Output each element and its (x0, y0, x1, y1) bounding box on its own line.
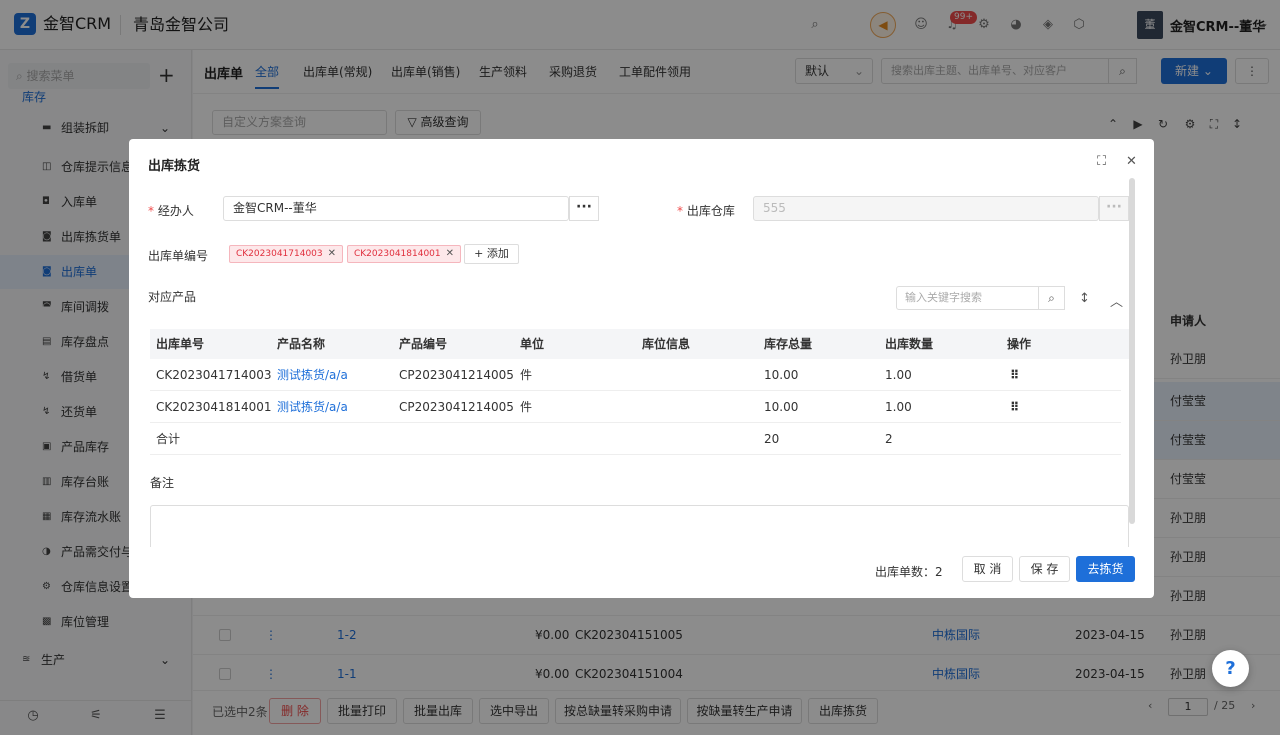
table-row: CK2023041714003 测试拣货/a/a CP2023041214005… (150, 359, 1121, 391)
expand-icon[interactable]: ⛶ (1097, 154, 1106, 169)
col-stock-total: 库存总量 (764, 337, 813, 351)
handler-field[interactable]: 金智CRM--董华 (223, 196, 569, 221)
order-no-label: 出库单编号 (148, 249, 209, 263)
total-row: 合计 20 2 (150, 423, 1121, 455)
col-product-name: 产品名称 (277, 337, 326, 351)
product-link[interactable]: 测试拣货/a/a (277, 391, 348, 423)
handler-label: * 经办人 (148, 204, 194, 218)
col-product-code: 产品编号 (399, 337, 448, 351)
cancel-button[interactable]: 取 消 (962, 556, 1013, 582)
warehouse-picker-button: ··· (1099, 196, 1129, 221)
dialog-title: 出库拣货 (148, 159, 201, 174)
keyword-search-input[interactable]: 输入关键字搜索 (896, 286, 1039, 310)
col-out-qty: 出库数量 (885, 337, 934, 351)
order-tag: CK2023041714003 ✕ (229, 245, 344, 263)
handler-picker-button[interactable]: ··· (569, 196, 599, 221)
order-count: 出库单数：2 (875, 565, 943, 579)
warehouse-label: * 出库仓库 (677, 204, 735, 218)
products-label: 对应产品 (148, 290, 197, 304)
keyword-search-button[interactable]: ⌕ (1039, 286, 1065, 310)
col-unit: 单位 (520, 337, 545, 351)
close-icon[interactable]: ✕ (328, 248, 336, 259)
table-row: CK2023041814001 测试拣货/a/a CP2023041214005… (150, 391, 1121, 423)
drag-handle-icon[interactable]: ⠿ (1010, 359, 1019, 391)
row-height-icon[interactable]: ↕ (1079, 291, 1090, 306)
search-icon: ⌕ (1048, 291, 1055, 305)
save-button[interactable]: 保 存 (1019, 556, 1070, 582)
order-tag: CK2023041814001 ✕ (347, 245, 462, 263)
col-action: 操作 (1007, 337, 1032, 351)
add-order-button[interactable]: + 添加 (464, 244, 519, 264)
close-icon[interactable]: ✕ (446, 248, 454, 259)
product-link[interactable]: 测试拣货/a/a (277, 359, 348, 391)
warehouse-field: 555 (753, 196, 1099, 221)
go-picking-button[interactable]: 去拣货 (1076, 556, 1135, 582)
close-icon[interactable]: ✕ (1126, 154, 1137, 169)
dialog-scrollbar[interactable] (1129, 178, 1135, 524)
plus-icon: + (474, 247, 487, 260)
col-location: 库位信息 (642, 337, 691, 351)
remark-label: 备注 (150, 476, 175, 490)
col-order-no: 出库单号 (156, 337, 205, 351)
chevron-up-icon[interactable]: ︿ (1110, 291, 1123, 310)
help-icon[interactable]: ? (1212, 650, 1249, 687)
drag-handle-icon[interactable]: ⠿ (1010, 391, 1019, 423)
remark-textarea[interactable] (150, 505, 1129, 547)
